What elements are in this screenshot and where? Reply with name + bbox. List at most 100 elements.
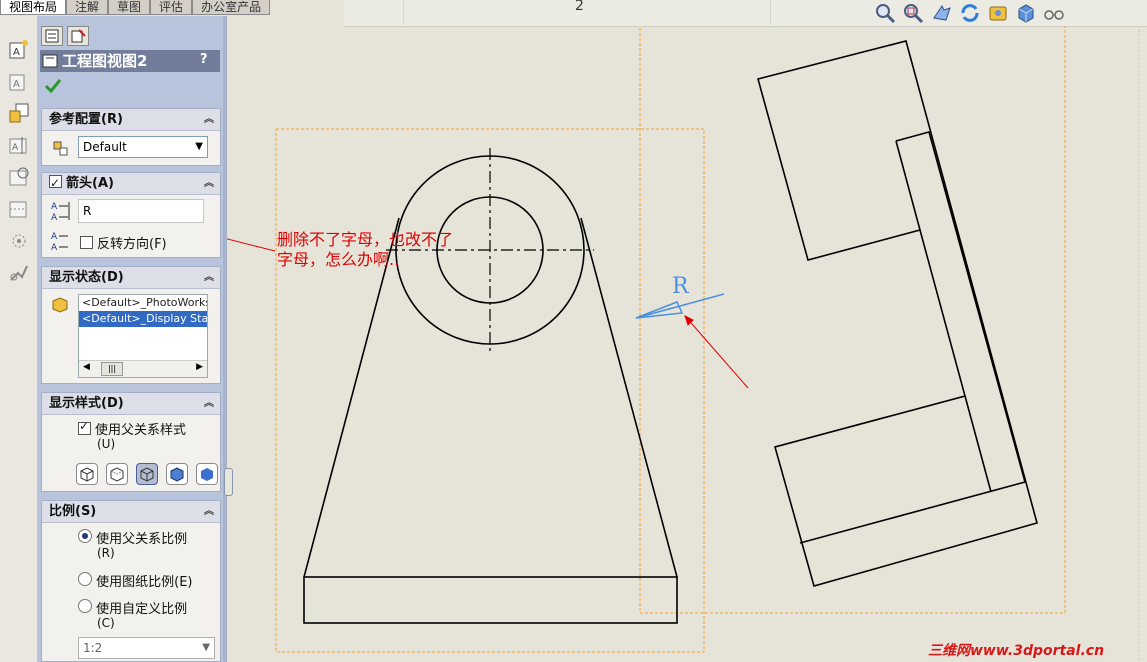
edge	[580, 217, 678, 578]
group-header[interactable]: 显示状态(D) ︽	[42, 267, 220, 289]
reverse-direction-icon: AA	[51, 232, 68, 252]
scale-option-sheet[interactable]: 使用图纸比例(E)	[78, 571, 193, 590]
view-layout-strip: A A A	[0, 16, 38, 662]
scroll-thumb[interactable]: |||	[101, 362, 123, 376]
tab-annotation[interactable]: 注解	[66, 0, 109, 15]
scroll-right-icon[interactable]: ▶	[196, 362, 203, 372]
arrow-enable-checkbox[interactable]	[49, 172, 62, 194]
use-parent-style-checkbox[interactable]	[78, 419, 91, 435]
display-state-icon	[52, 297, 68, 313]
dropdown-arrow-icon: ▼	[202, 642, 210, 653]
alternate-position-icon[interactable]	[8, 262, 30, 284]
annotation-line: 删除不了字母，也改不了	[277, 230, 454, 249]
svg-text:A: A	[13, 79, 20, 90]
collapse-chevron-icon[interactable]: ︽	[204, 501, 214, 523]
config-select[interactable]: Default ▼	[78, 136, 208, 158]
shaded-icon	[201, 468, 213, 481]
properties-icon	[71, 29, 86, 43]
custom-scale-select[interactable]: 1:2 ▼	[78, 637, 215, 659]
group-header[interactable]: 参考配置(R) ︽	[42, 109, 220, 131]
configuration-icon	[53, 141, 68, 156]
display-state-list[interactable]: <Default>_PhotoWorks <Default>_Display S…	[78, 294, 208, 378]
zoom-fit-icon[interactable]	[874, 2, 898, 24]
help-button[interactable]: ?	[200, 52, 208, 67]
svg-text:A: A	[51, 243, 58, 252]
reverse-direction-label: 反转方向(F)	[97, 237, 167, 252]
watermark: 三维网www.3dportal.cn	[928, 643, 1105, 659]
scale-option-label: 使用图纸比例(E)	[96, 575, 193, 590]
svg-text:A: A	[51, 213, 58, 222]
sheet-number: 2	[575, 0, 584, 14]
reverse-direction-option[interactable]: 反转方向(F)	[80, 233, 167, 252]
rotated-view[interactable]	[757, 40, 1038, 587]
hidden-lines-visible-button[interactable]	[106, 463, 128, 485]
crop-view-icon[interactable]	[8, 230, 30, 252]
hidden-lines-removed-icon	[140, 467, 154, 482]
refresh-icon[interactable]	[958, 2, 982, 24]
aux-view-icon[interactable]	[8, 102, 30, 124]
group-display-state: 显示状态(D) ︽ <Default>_PhotoWorks <Default>_…	[41, 266, 221, 384]
horizontal-scrollbar[interactable]: ◀ ||| ▶	[79, 360, 207, 377]
svg-text:A: A	[13, 47, 20, 58]
checkmark-icon[interactable]	[44, 78, 62, 94]
use-parent-style-option[interactable]: 使用父关系样式	[78, 419, 186, 438]
reverse-direction-checkbox[interactable]	[80, 236, 93, 249]
group-header[interactable]: 箭头(A) ︽	[42, 172, 220, 195]
detail-view-icon[interactable]	[8, 166, 30, 188]
style-buttons	[76, 463, 226, 487]
scale-option-parent[interactable]: 使用父关系比例	[78, 528, 187, 547]
collapse-chevron-icon[interactable]: ︽	[204, 393, 214, 415]
feature-tree-icon	[45, 29, 59, 43]
tab-sketch[interactable]: 草图	[108, 0, 151, 15]
arrow-label[interactable]: R	[672, 274, 690, 299]
broken-view-icon[interactable]	[8, 198, 30, 220]
list-item-selected[interactable]: <Default>_Display State	[79, 311, 207, 327]
shaded-with-edges-button[interactable]	[166, 463, 188, 485]
projected-view-icon[interactable]: A	[8, 70, 30, 92]
drawing-view-icon	[42, 54, 58, 68]
tab-office-products[interactable]: 办公室产品	[192, 0, 271, 15]
collapse-chevron-icon[interactable]: ︽	[204, 267, 214, 289]
scale-option-suffix: (C)	[97, 616, 115, 630]
view-arrow[interactable]: R	[635, 274, 725, 319]
hidden-lines-removed-button[interactable]	[136, 463, 158, 485]
group-header[interactable]: 显示样式(D) ︽	[42, 393, 220, 415]
view-boundary[interactable]	[639, 26, 1066, 614]
tab-configuration[interactable]	[67, 26, 89, 46]
radio-custom-scale[interactable]	[78, 599, 92, 613]
list-item[interactable]: <Default>_PhotoWorks	[79, 295, 207, 311]
tab-view-layout[interactable]: 视图布局	[0, 0, 67, 15]
section-view-icon[interactable]: A	[8, 134, 30, 156]
glasses-icon[interactable]	[1042, 2, 1066, 24]
view-cube-icon[interactable]	[1014, 2, 1038, 24]
render-icon[interactable]	[986, 2, 1010, 24]
wireframe-icon	[80, 467, 94, 482]
group-title: 箭头(A)	[66, 176, 114, 191]
radio-parent-scale[interactable]	[78, 529, 92, 543]
front-view[interactable]	[303, 148, 678, 624]
scroll-left-icon[interactable]: ◀	[83, 362, 90, 372]
collapse-chevron-icon[interactable]: ︽	[204, 109, 214, 131]
radio-sheet-scale[interactable]	[78, 572, 92, 586]
tab-evaluate[interactable]: 评估	[150, 0, 193, 15]
custom-scale-value: 1:2	[83, 641, 103, 655]
collapse-chevron-icon[interactable]: ︽	[204, 173, 214, 195]
rotate-icon[interactable]	[930, 2, 954, 24]
wireframe-button[interactable]	[76, 463, 98, 485]
base	[303, 576, 678, 624]
model-view-icon[interactable]: A	[8, 38, 30, 60]
scale-option-custom[interactable]: 使用自定义比例	[78, 598, 187, 617]
scale-option-suffix: (R)	[97, 546, 115, 560]
config-select-value: Default	[83, 140, 127, 154]
tab-property-manager[interactable]	[41, 26, 63, 46]
drawing-sheet[interactable]: R	[227, 26, 1147, 662]
shaded-button[interactable]	[196, 463, 218, 485]
zoom-area-icon[interactable]	[902, 2, 926, 24]
scale-option-label: 使用自定义比例	[96, 602, 188, 617]
divider	[770, 0, 771, 25]
arrow-label-input[interactable]	[78, 199, 204, 223]
group-header[interactable]: 比例(S) ︽	[42, 501, 220, 523]
use-parent-style-label: 使用父关系样式	[95, 423, 187, 438]
label-icon: AA	[51, 202, 70, 222]
dropdown-arrow-icon: ▼	[195, 141, 203, 152]
